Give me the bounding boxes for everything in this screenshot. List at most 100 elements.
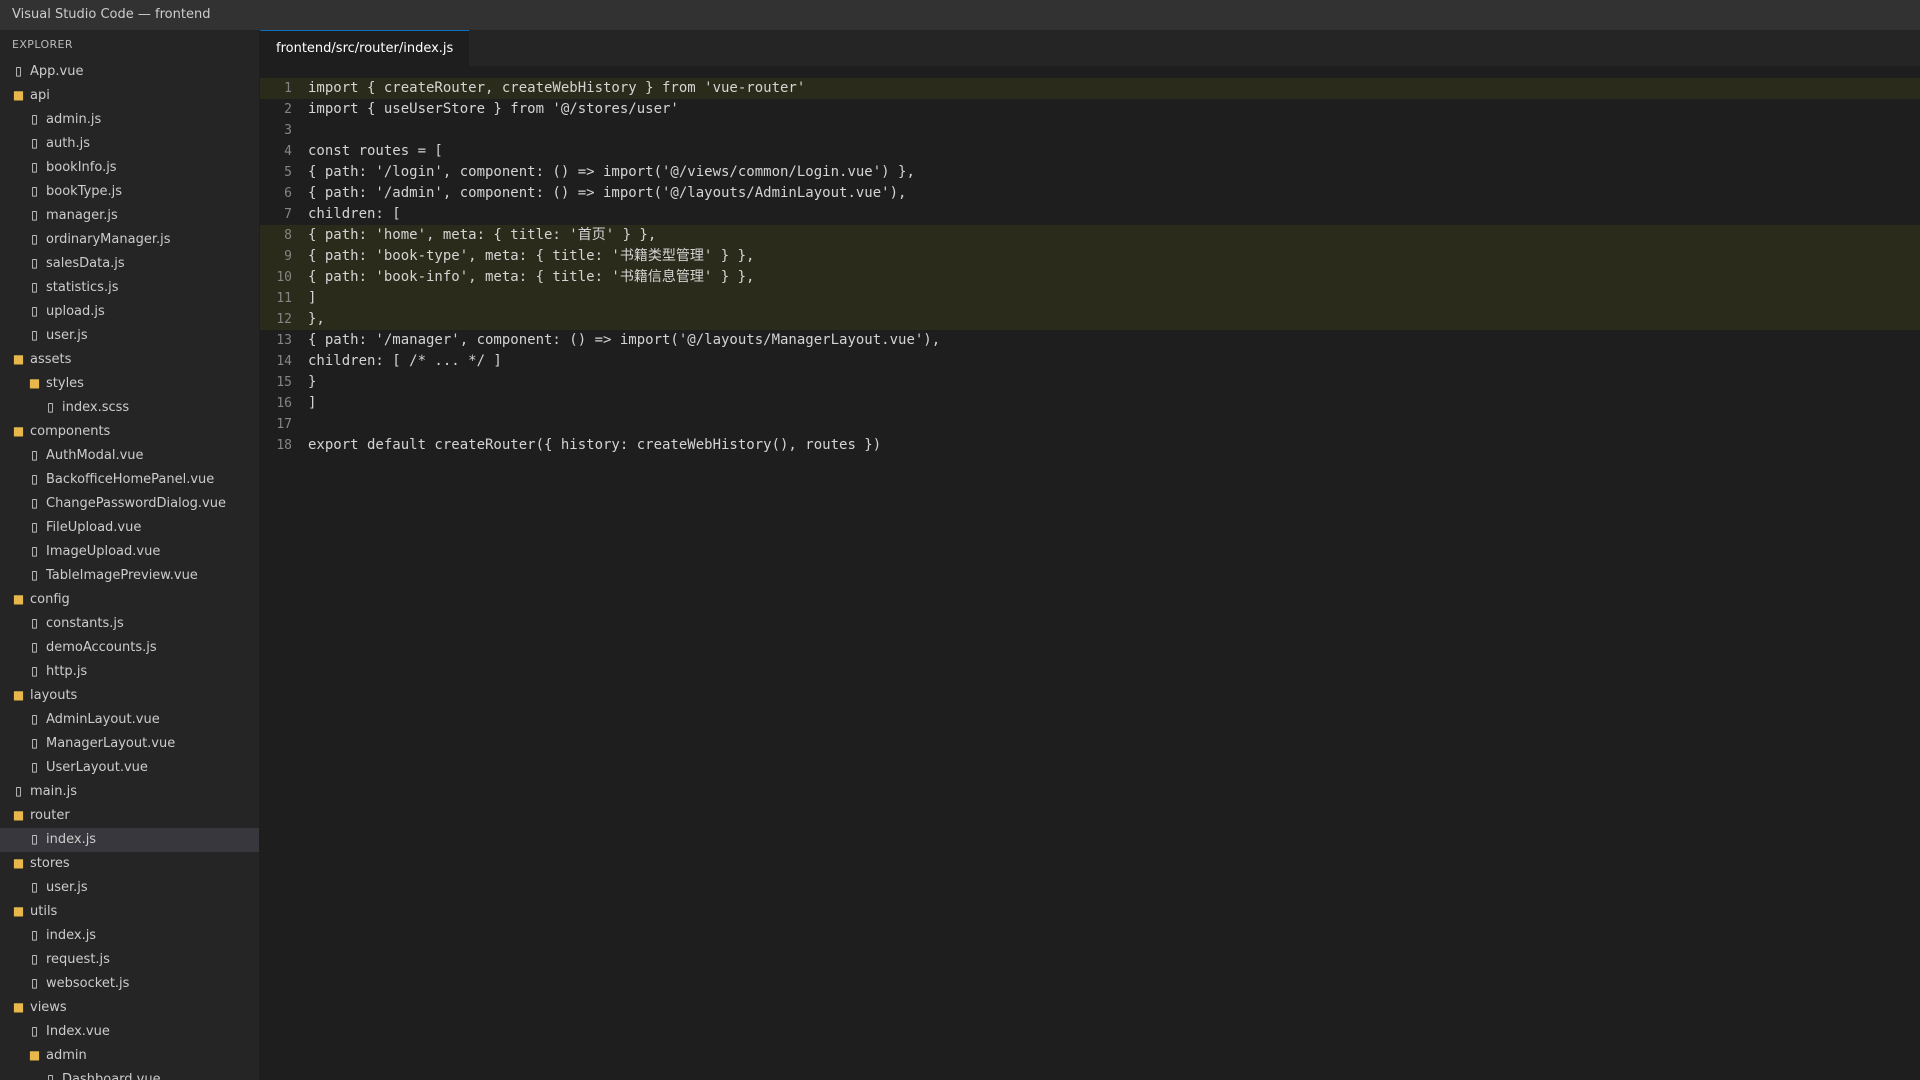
tree-file[interactable]: ▯ websocket.js — [0, 972, 259, 996]
tree-folder[interactable]: ■ utils — [0, 900, 259, 924]
tree-file[interactable]: ▯ ImageUpload.vue — [0, 540, 259, 564]
tree-file[interactable]: ▯ Dashboard.vue — [0, 1068, 259, 1080]
tree-file[interactable]: ▯ admin.js — [0, 108, 259, 132]
tree-folder[interactable]: ■ admin — [0, 1044, 259, 1068]
tree-item-label: FileUpload.vue — [46, 520, 142, 535]
window-title-bar: Visual Studio Code — frontend — [0, 0, 1920, 30]
tree-file[interactable]: ▯ App.vue — [0, 60, 259, 84]
line-number: 9 — [284, 249, 292, 264]
explorer-header: EXPLORER — [12, 38, 73, 51]
code-text: ] — [308, 290, 317, 306]
tree-file[interactable]: ▯ salesData.js — [0, 252, 259, 276]
tree-folder[interactable]: ■ layouts — [0, 684, 259, 708]
line-number: 12 — [276, 312, 292, 327]
tree-item-label: layouts — [30, 688, 78, 703]
file-icon: ▯ — [31, 928, 38, 942]
code-line[interactable]: 4 const routes = [ — [260, 141, 1920, 162]
tree-folder[interactable]: ■ components — [0, 420, 259, 444]
code-line[interactable]: 16] — [260, 393, 1920, 414]
tree-folder[interactable]: ■ api — [0, 84, 259, 108]
code-line[interactable]: 13 { path: '/manager', component: () => i… — [260, 330, 1920, 351]
line-number: 10 — [276, 270, 292, 285]
tree-file[interactable]: ▯ BackofficeHomePanel.vue — [0, 468, 259, 492]
tree-file[interactable]: ▯ upload.js — [0, 300, 259, 324]
tree-item-label: websocket.js — [46, 976, 130, 991]
code-line[interactable]: 3 — [260, 120, 1920, 141]
file-icon: ▯ — [15, 784, 22, 798]
code-line[interactable]: 11] — [260, 288, 1920, 309]
code-line[interactable]: 12}, — [260, 309, 1920, 330]
line-number: 14 — [276, 354, 292, 369]
tree-item-label: AuthModal.vue — [46, 448, 144, 463]
file-icon: ▯ — [31, 184, 38, 198]
code-text: import { createRouter, createWebHistory … — [308, 80, 806, 96]
tree-file[interactable]: ▯ demoAccounts.js — [0, 636, 259, 660]
tree-file[interactable]: ▯ index.js — [0, 924, 259, 948]
tab-router-index[interactable]: frontend/src/router/index.js — [260, 30, 470, 66]
code-line[interactable]: 15} — [260, 372, 1920, 393]
tree-file[interactable]: ▯ UserLayout.vue — [0, 756, 259, 780]
code-line[interactable]: 9 { path: 'book-type', meta: { title: '书籍… — [260, 246, 1920, 267]
tree-file[interactable]: ▯ bookInfo.js — [0, 156, 259, 180]
line-number: 11 — [276, 291, 292, 306]
tree-folder[interactable]: ■ assets — [0, 348, 259, 372]
code-line[interactable]: 1 import { createRouter, createWebHistory… — [260, 78, 1920, 99]
code-line[interactable]: 7 children: [ — [260, 204, 1920, 225]
folder-icon: ■ — [12, 88, 25, 102]
tree-folder[interactable]: ■ styles — [0, 372, 259, 396]
editor-tab-bar: frontend/src/router/index.js — [260, 30, 1920, 66]
code-line[interactable]: 5 { path: '/login', component: () => impo… — [260, 162, 1920, 183]
line-number: 2 — [284, 102, 292, 117]
tree-file[interactable]: ▯ auth.js — [0, 132, 259, 156]
code-line[interactable]: 18 export default createRouter({ history:… — [260, 435, 1920, 456]
tree-file[interactable]: ▯ AdminLayout.vue — [0, 708, 259, 732]
code-line[interactable]: 2 import { useUserStore } from '@/stores/… — [260, 99, 1920, 120]
tree-item-label: ImageUpload.vue — [46, 544, 161, 559]
file-icon: ▯ — [47, 1072, 54, 1080]
tree-folder[interactable]: ■ config — [0, 588, 259, 612]
tree-file[interactable]: ▯ user.js — [0, 324, 259, 348]
tree-file[interactable]: ▯ request.js — [0, 948, 259, 972]
tree-folder[interactable]: ■ stores — [0, 852, 259, 876]
file-icon: ▯ — [31, 544, 38, 558]
tree-item-label: index.js — [46, 928, 97, 943]
tree-file[interactable]: ▯ ManagerLayout.vue — [0, 732, 259, 756]
tree-file[interactable]: ▯ TableImagePreview.vue — [0, 564, 259, 588]
code-line[interactable]: 8 { path: 'home', meta: { title: '首页' } }… — [260, 225, 1920, 246]
tree-file[interactable]: ▯ FileUpload.vue — [0, 516, 259, 540]
code-text: { path: 'book-type', meta: { title: '书籍类… — [308, 248, 755, 264]
tree-file[interactable]: ▯ bookType.js — [0, 180, 259, 204]
file-icon: ▯ — [31, 448, 38, 462]
tree-item-label: index.js — [46, 832, 97, 847]
file-icon: ▯ — [31, 616, 38, 630]
tree-file[interactable]: ▯ index.scss — [0, 396, 259, 420]
tree-file[interactable]: ▯ ordinaryManager.js — [0, 228, 259, 252]
code-view[interactable]: 1 import { createRouter, createWebHistory… — [260, 78, 1920, 456]
folder-icon: ■ — [28, 1048, 41, 1062]
folder-icon: ■ — [12, 424, 25, 438]
code-line[interactable]: 14 children: [ /* ... */ ] — [260, 351, 1920, 372]
file-icon: ▯ — [31, 232, 38, 246]
tree-file[interactable]: ▯ AuthModal.vue — [0, 444, 259, 468]
code-line[interactable]: 17 — [260, 414, 1920, 435]
tree-folder[interactable]: ■ router — [0, 804, 259, 828]
line-number: 18 — [276, 438, 292, 453]
tree-item-label: http.js — [46, 664, 88, 679]
tree-item-label: Dashboard.vue — [62, 1072, 161, 1080]
code-text: } — [308, 374, 317, 390]
tree-file[interactable]: ▯ user.js — [0, 876, 259, 900]
tree-file[interactable]: ▯ index.js — [0, 828, 259, 852]
tree-file[interactable]: ▯ statistics.js — [0, 276, 259, 300]
tree-file[interactable]: ▯ ChangePasswordDialog.vue — [0, 492, 259, 516]
tree-file[interactable]: ▯ main.js — [0, 780, 259, 804]
tree-folder[interactable]: ■ views — [0, 996, 259, 1020]
tree-file[interactable]: ▯ constants.js — [0, 612, 259, 636]
tree-file[interactable]: ▯ Index.vue — [0, 1020, 259, 1044]
code-line[interactable]: 6 { path: '/admin', component: () => impo… — [260, 183, 1920, 204]
file-icon: ▯ — [31, 496, 38, 510]
file-icon: ▯ — [31, 160, 38, 174]
code-line[interactable]: 10 { path: 'book-info', meta: { title: '书… — [260, 267, 1920, 288]
tree-file[interactable]: ▯ manager.js — [0, 204, 259, 228]
tree-file[interactable]: ▯ http.js — [0, 660, 259, 684]
tree-item-label: router — [30, 808, 70, 823]
